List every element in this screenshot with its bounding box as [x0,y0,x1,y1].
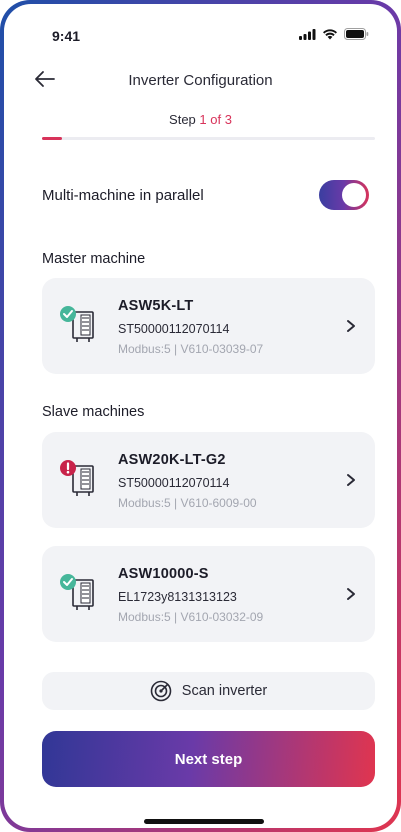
status-icons [299,28,369,40]
parallel-toggle[interactable] [319,180,369,210]
inverter-ok-icon [60,306,94,342]
chevron-right-icon [347,320,355,332]
device-name: ASW20K-LT-G2 [118,452,226,468]
step-prefix: Step [169,112,200,127]
device-name: ASW10000-S [118,566,209,582]
inverter-error-icon [60,460,94,496]
screen: 9:41 Inverter Configuration Step 1 of 3 … [4,4,397,828]
wifi-icon [323,29,337,40]
step-count: 1 of 3 [199,112,232,127]
master-device-card[interactable]: ASW5K-LT ST50000112070114 Modbus:5 | V61… [42,278,375,374]
status-time: 9:41 [52,28,81,44]
device-serial: ST50000112070114 [118,476,230,490]
master-section-title: Master machine [42,251,146,267]
parallel-label: Multi-machine in parallel [42,187,204,204]
next-step-label: Next step [174,750,243,768]
status-bar: 9:41 [4,4,397,60]
parallel-row: Multi-machine in parallel [42,180,369,210]
device-meta: Modbus:5 | V610-03032-09 [118,610,264,624]
radar-scan-icon [150,680,172,702]
signal-icon [299,28,316,40]
device-serial: ST50000112070114 [118,322,230,336]
slave-section-title: Slave machines [42,404,145,420]
home-indicator [144,819,264,824]
device-name: ASW5K-LT [118,298,194,314]
step-progress-fill [42,137,62,140]
scan-inverter-button[interactable]: Scan inverter [42,672,375,710]
top-header: Inverter Configuration [4,64,397,96]
device-serial: EL1723y8131313123 [118,590,237,604]
next-step-button[interactable]: Next step [42,731,375,787]
inverter-ok-icon [60,574,94,610]
device-meta: Modbus:5 | V610-03039-07 [118,342,264,356]
device-meta: Modbus:5 | V610-6009-00 [118,496,257,510]
page-title: Inverter Configuration [128,72,273,89]
scan-label: Scan inverter [181,683,268,699]
chevron-right-icon [347,474,355,486]
toggle-knob [342,183,366,207]
device-frame: 9:41 Inverter Configuration Step 1 of 3 … [0,0,401,832]
slave-device-card[interactable]: ASW10000-S EL1723y8131313123 Modbus:5 | … [42,546,375,642]
chevron-right-icon [347,588,355,600]
step-indicator: Step 1 of 3 [4,112,397,127]
battery-icon [344,28,369,40]
slave-device-card[interactable]: ASW20K-LT-G2 ST50000112070114 Modbus:5 |… [42,432,375,528]
step-progress-track [42,137,375,140]
